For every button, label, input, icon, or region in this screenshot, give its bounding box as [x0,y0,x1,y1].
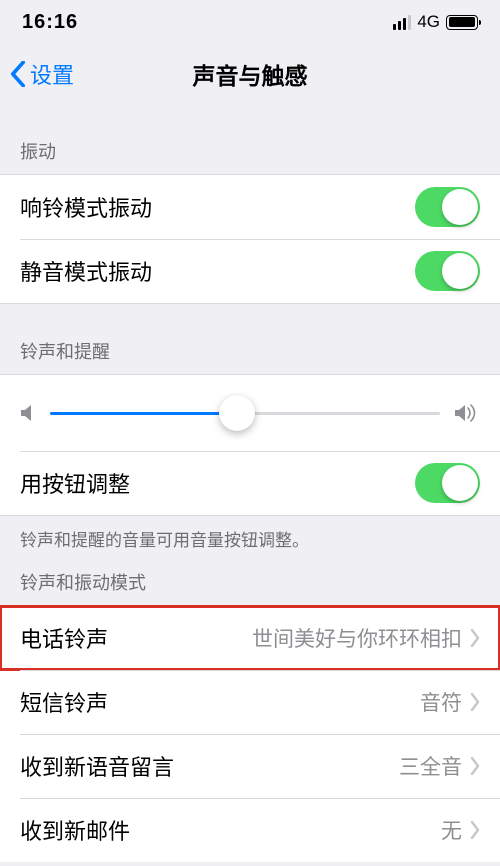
section-header-ringer: 铃声和提醒 [0,304,500,374]
group-modes: 电话铃声 世间美好与你环环相扣 短信铃声 音符 收到新语音留言 三全音 收到新邮… [0,605,500,862]
back-button[interactable]: 设置 [10,58,74,90]
chevron-left-icon [10,61,26,87]
row-new-mail[interactable]: 收到新邮件 无 [0,798,500,862]
row-value: 三全音 [174,751,462,781]
switch-vibrate-on-ring[interactable] [415,187,480,227]
status-indicators: 4G [393,12,478,32]
chevron-right-icon [470,757,480,775]
volume-slider[interactable] [50,395,440,431]
battery-icon [446,15,478,30]
row-label: 收到新邮件 [20,814,130,846]
row-vibrate-on-ring[interactable]: 响铃模式振动 [0,175,500,239]
row-new-voicemail[interactable]: 收到新语音留言 三全音 [0,734,500,798]
status-time: 16:16 [22,11,78,34]
row-label: 短信铃声 [20,686,108,718]
network-label: 4G [417,12,440,32]
chevron-right-icon [470,629,480,647]
row-volume-slider[interactable] [0,375,500,451]
signal-icon [393,15,412,30]
chevron-right-icon [470,693,480,711]
status-bar: 16:16 4G [0,0,500,44]
switch-change-with-buttons[interactable] [415,463,480,503]
chevron-right-icon [470,821,480,839]
row-change-with-buttons[interactable]: 用按钮调整 [0,451,500,515]
back-label: 设置 [30,58,74,90]
row-text-tone[interactable]: 短信铃声 音符 [0,670,500,734]
section-header-modes: 铃声和振动模式 [0,551,500,605]
speaker-high-icon [454,402,480,424]
row-label: 用按钮调整 [20,467,130,499]
row-label: 电话铃声 [20,622,108,654]
page-title: 声音与触感 [193,57,308,91]
section-header-vibrate: 振动 [0,104,500,174]
row-label: 收到新语音留言 [20,750,174,782]
nav-bar: 设置 声音与触感 [0,44,500,104]
group-vibrate: 响铃模式振动 静音模式振动 [0,174,500,304]
row-value: 世间美好与你环环相扣 [108,623,462,653]
row-label: 响铃模式振动 [20,191,152,223]
row-value: 无 [130,815,462,845]
row-ringtone[interactable]: 电话铃声 世间美好与你环环相扣 [0,606,500,670]
speaker-low-icon [20,403,36,423]
group-ringer: 用按钮调整 [0,374,500,516]
row-label: 静音模式振动 [20,255,152,287]
row-vibrate-on-silent[interactable]: 静音模式振动 [0,239,500,303]
section-footer-ringer: 铃声和提醒的音量可用音量按钮调整。 [0,516,500,551]
row-value: 音符 [108,687,462,717]
switch-vibrate-on-silent[interactable] [415,251,480,291]
